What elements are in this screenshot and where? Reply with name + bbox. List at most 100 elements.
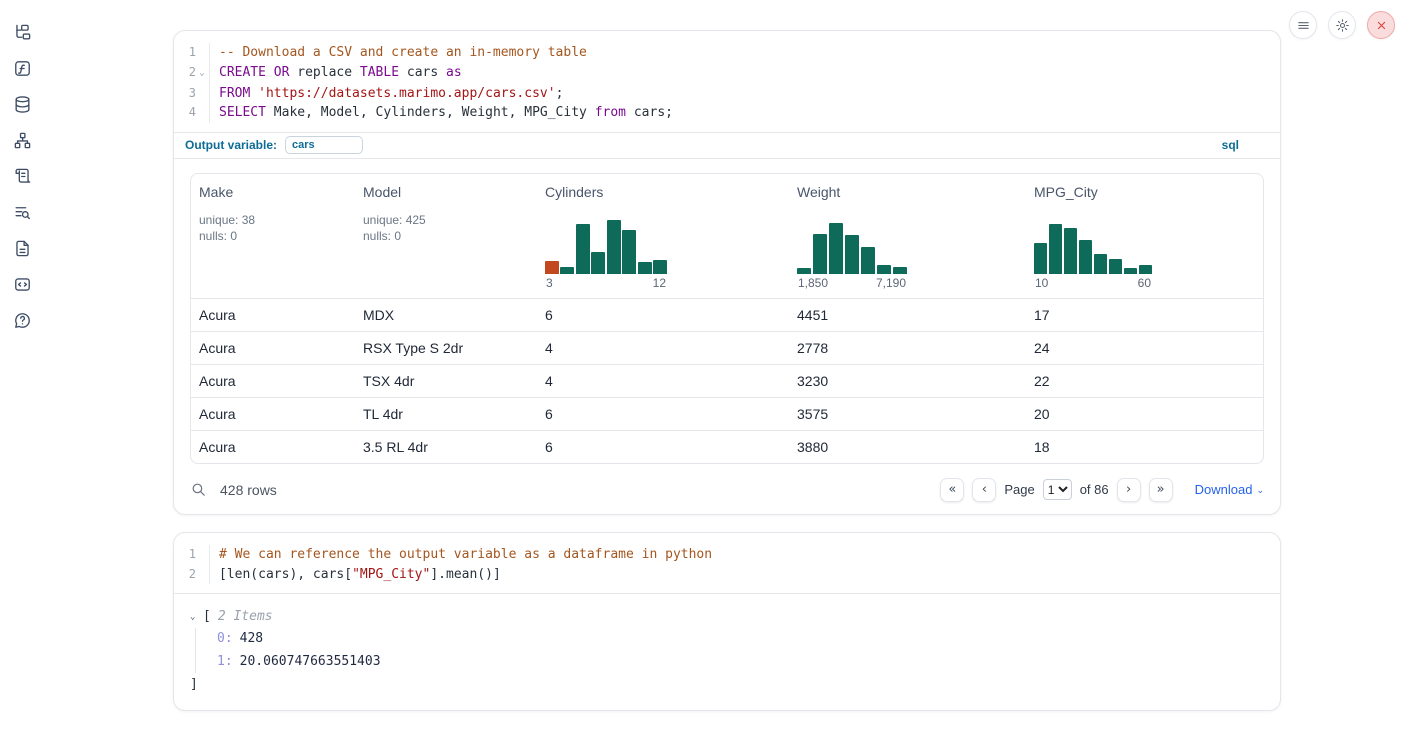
histogram-bar — [861, 247, 875, 273]
column-stat: nulls: 0 — [363, 228, 537, 245]
sql-code-editor[interactable]: 1-- Download a CSV and create an in-memo… — [174, 31, 1280, 132]
sidebar-item-file-explorer[interactable] — [12, 22, 32, 42]
sidebar — [0, 0, 44, 729]
code-token: SELECT — [219, 105, 266, 120]
table-body: AcuraMDX6445117AcuraRSX Type S 2dr427782… — [191, 298, 1263, 463]
datasources-icon — [13, 95, 32, 114]
code-token: cars — [399, 65, 446, 80]
histogram-bar — [829, 223, 843, 273]
python-code-editor[interactable]: 1 # We can reference the output variable … — [174, 533, 1280, 593]
histogram-bars — [1034, 218, 1152, 274]
first-page-button[interactable]: « — [940, 478, 964, 502]
prev-page-button[interactable]: ‹ — [972, 478, 996, 502]
last-page-button[interactable]: » — [1149, 478, 1173, 502]
menu-button[interactable] — [1289, 11, 1317, 39]
list-item: 1:20.060747663551403 — [217, 651, 1262, 674]
sidebar-item-help[interactable] — [12, 310, 32, 330]
sidebar-item-dependency-graph[interactable] — [12, 130, 32, 150]
close-icon — [1374, 18, 1389, 33]
item-value: 428 — [240, 631, 263, 646]
next-page-button[interactable]: › — [1117, 478, 1141, 502]
logs-icon — [13, 203, 32, 222]
code-line: 1 # We can reference the output variable … — [174, 545, 1280, 565]
column-histogram: 1,8507,190 — [797, 218, 1026, 298]
histogram-bars — [797, 218, 907, 274]
histogram-bar — [1049, 224, 1062, 273]
sidebar-item-documentation[interactable] — [12, 238, 32, 258]
code-line: 3FROM 'https://datasets.marimo.app/cars.… — [174, 84, 1280, 104]
python-output: ⌄ [ 2 Items 0:4281:20.060747663551403 ] — [174, 593, 1280, 694]
column-stat: unique: 38 — [199, 212, 355, 229]
code-line: 2⌄CREATE OR replace TABLE cars as — [174, 63, 1280, 84]
code-token: "MPG_City" — [352, 567, 430, 582]
pagination: « ‹ Page 1 of 86 › » Download ⌄ — [940, 478, 1264, 502]
axis-min-label: 1,850 — [798, 276, 828, 290]
menu-icon — [1296, 18, 1311, 33]
line-number: 1 — [174, 545, 196, 565]
list-item: 0:428 — [217, 628, 1262, 651]
histogram-bar — [1139, 265, 1152, 274]
snippets-icon — [13, 275, 32, 294]
column-name: Cylinders — [545, 184, 789, 200]
language-badge: sql — [1222, 138, 1239, 152]
table-cell: 6 — [537, 439, 789, 455]
histogram-bar — [1094, 254, 1107, 274]
histogram-bar — [1034, 243, 1047, 274]
search-icon — [190, 481, 207, 498]
table-row: AcuraRSX Type S 2dr4277824 — [191, 331, 1263, 364]
table-cell: Acura — [191, 406, 355, 422]
histogram-bar — [1064, 228, 1077, 274]
column-stats: unique: 425nulls: 0 — [363, 212, 537, 245]
output-variable-input[interactable] — [285, 136, 363, 154]
fold-spacer — [196, 43, 208, 63]
histogram-axis: 312 — [545, 274, 667, 298]
code-text: SELECT Make, Model, Cylinders, Weight, M… — [209, 103, 1280, 123]
code-token: cars; — [626, 105, 673, 120]
page-label: Page — [1004, 482, 1034, 497]
sidebar-item-scratchpad[interactable] — [12, 166, 32, 186]
settings-button[interactable] — [1328, 11, 1356, 39]
histogram-bar — [1124, 268, 1137, 274]
shutdown-button[interactable] — [1367, 11, 1395, 39]
code-text: # We can reference the output variable a… — [209, 545, 1280, 565]
page-select[interactable]: 1 — [1043, 479, 1072, 500]
table-cell: TL 4dr — [355, 406, 537, 422]
functions-icon — [13, 59, 32, 78]
fold-chevron-icon[interactable]: ⌄ — [196, 63, 208, 84]
table-cell: 3575 — [789, 406, 1026, 422]
search-button[interactable] — [190, 481, 208, 499]
list-tree-header: ⌄ [ 2 Items — [190, 609, 1262, 624]
row-count: 428 rows — [220, 482, 277, 498]
column-stat: unique: 425 — [363, 212, 537, 229]
line-number: 2 — [174, 565, 196, 585]
sidebar-item-functions[interactable] — [12, 58, 32, 78]
histogram-bar — [653, 260, 667, 274]
table-cell: RSX Type S 2dr — [355, 340, 537, 356]
collapse-chevron-icon[interactable]: ⌄ — [190, 612, 203, 622]
code-token: CREATE OR — [219, 65, 289, 80]
open-bracket: [ — [203, 609, 211, 624]
axis-max-label: 12 — [653, 276, 666, 290]
code-line: 4SELECT Make, Model, Cylinders, Weight, … — [174, 103, 1280, 123]
code-token: -- Download a CSV and create an in-memor… — [219, 45, 587, 60]
sidebar-item-snippets[interactable] — [12, 274, 32, 294]
column-name: Model — [363, 184, 537, 200]
histogram-bar — [1079, 240, 1092, 274]
table-cell: 24 — [1026, 340, 1263, 356]
table-row: AcuraTL 4dr6357520 — [191, 397, 1263, 430]
download-button[interactable]: Download ⌄ — [1195, 482, 1264, 497]
file-explorer-icon — [13, 23, 32, 42]
table-cell: 17 — [1026, 307, 1263, 323]
list-tree-entries: 0:4281:20.060747663551403 — [195, 628, 1262, 673]
code-text: CREATE OR replace TABLE cars as — [209, 63, 1280, 84]
sidebar-item-logs[interactable] — [12, 202, 32, 222]
column-stats: unique: 38nulls: 0 — [199, 212, 355, 245]
table-cell: 3230 — [789, 373, 1026, 389]
table-cell: TSX 4dr — [355, 373, 537, 389]
table-cell: 2778 — [789, 340, 1026, 356]
table-footer: 428 rows « ‹ Page 1 of 86 › » Download ⌄ — [174, 464, 1280, 502]
sidebar-item-datasources[interactable] — [12, 94, 32, 114]
column-name: Make — [199, 184, 355, 200]
code-text: FROM 'https://datasets.marimo.app/cars.c… — [209, 84, 1280, 104]
output-variable-label: Output variable: — [185, 138, 277, 152]
